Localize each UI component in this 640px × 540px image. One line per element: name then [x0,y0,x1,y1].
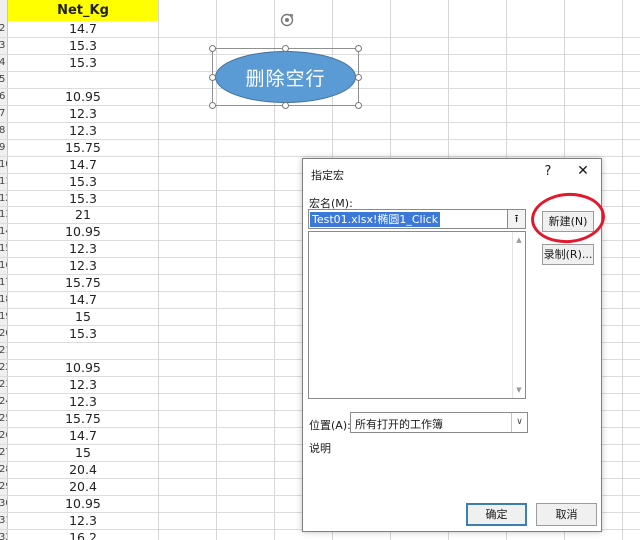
dialog-title: 指定宏 [311,169,344,182]
row-number[interactable]: 24 [0,394,7,411]
net-kg-cell[interactable]: 12.3 [8,241,158,258]
row-number[interactable]: 7 [0,106,7,123]
row-number[interactable]: 5 [0,72,7,89]
net-kg-cell[interactable]: 14.7 [8,21,158,38]
close-icon[interactable]: ✕ [575,163,591,179]
row-number[interactable]: 15 [0,241,7,258]
net-kg-cell[interactable]: 15.75 [8,140,158,157]
net-kg-cell[interactable]: 10.95 [8,360,158,377]
net-kg-cell[interactable]: 15.3 [8,174,158,191]
gridline [622,0,623,540]
row-number[interactable]: 30 [0,496,7,513]
row-number[interactable]: 13 [0,207,7,224]
net-kg-cell[interactable]: 15 [8,309,158,326]
net-kg-cell[interactable]: 15 [8,445,158,462]
row-number[interactable]: 31 [0,513,7,530]
row-number[interactable]: 16 [0,258,7,275]
net-kg-cell[interactable]: 15.3 [8,191,158,208]
row-number[interactable]: 2 [0,21,7,38]
row-number[interactable]: 9 [0,140,7,157]
macro-list[interactable]: ▲ ▼ [308,231,526,399]
row-number[interactable]: 28 [0,462,7,479]
net-kg-cell[interactable]: 15.3 [8,55,158,72]
description-label: 说明 [309,442,331,455]
row-number[interactable]: 8 [0,123,7,140]
net-kg-cell[interactable]: 14.7 [8,157,158,174]
net-kg-cell[interactable]: 12.3 [8,513,158,530]
position-value: 所有打开的工作簿 [355,418,443,431]
scroll-up-icon[interactable]: ▲ [513,234,525,246]
macro-name-input[interactable]: Test01.xlsx!椭圆1_Click [308,209,508,229]
row-number[interactable]: 21 [0,343,7,360]
macro-name-value: Test01.xlsx!椭圆1_Click [310,212,441,227]
row-number[interactable]: 4 [0,55,7,72]
row-number[interactable]: 26 [0,428,7,445]
row-number[interactable]: 17 [0,275,7,292]
net-kg-cell[interactable]: 15.3 [8,326,158,343]
net-kg-cell[interactable] [8,343,158,360]
net-kg-cell[interactable]: 12.3 [8,394,158,411]
ok-button[interactable]: 确定 [466,503,527,526]
chevron-down-icon[interactable]: ∨ [511,413,527,432]
help-button[interactable]: ? [541,164,555,179]
net-kg-cell[interactable]: 15.3 [8,38,158,55]
net-kg-cell[interactable]: 15.75 [8,275,158,292]
row-number[interactable]: 32 [0,530,7,540]
row-number[interactable]: 22 [0,360,7,377]
record-button[interactable]: 录制(R)... [542,244,594,265]
resize-handle[interactable] [355,74,362,81]
macro-list-scrollbar[interactable]: ▲ ▼ [512,232,525,398]
net-kg-cell[interactable]: 10.95 [8,224,158,241]
resize-handle[interactable] [282,45,289,52]
net-kg-cell[interactable] [8,72,158,89]
net-kg-cell[interactable]: 10.95 [8,496,158,513]
row-number[interactable]: 29 [0,479,7,496]
row-number[interactable]: 12 [0,191,7,208]
net-kg-cell[interactable]: 16.2 [8,530,158,540]
gridline [158,0,159,540]
position-label: 位置(A): [309,419,351,432]
net-kg-cell[interactable]: 12.3 [8,377,158,394]
oval-shape-selection[interactable]: 删除空行 [209,12,362,109]
net-kg-cell[interactable]: 20.4 [8,462,158,479]
resize-handle[interactable] [209,74,216,81]
net-kg-cell[interactable]: 14.7 [8,292,158,309]
net-kg-cell[interactable]: 10.95 [8,89,158,106]
column-header-net-kg[interactable]: Net_Kg [8,0,158,21]
row-number[interactable]: 18 [0,292,7,309]
net-kg-cell[interactable]: 15.75 [8,411,158,428]
row-number[interactable]: 23 [0,377,7,394]
position-select[interactable]: 所有打开的工作簿 ∨ [350,412,528,433]
resize-handle[interactable] [355,45,362,52]
row-number[interactable]: 27 [0,445,7,462]
row-number[interactable]: 19 [0,309,7,326]
row-number[interactable]: 10 [0,157,7,174]
row-number[interactable]: 11 [0,174,7,191]
delete-empty-rows-oval[interactable]: 删除空行 [215,51,356,103]
rotate-handle-icon[interactable] [279,12,295,28]
scroll-down-icon[interactable]: ▼ [513,384,525,396]
row-number[interactable]: 25 [0,411,7,428]
row-number[interactable]: 3 [0,38,7,55]
row-number[interactable]: 6 [0,89,7,106]
resize-handle[interactable] [209,45,216,52]
cancel-button[interactable]: 取消 [536,503,597,526]
net-kg-cell[interactable]: 12.3 [8,258,158,275]
row-number[interactable]: 20 [0,326,7,343]
net-kg-cell[interactable]: 14.7 [8,428,158,445]
resize-handle[interactable] [209,102,216,109]
net-kg-cell[interactable]: 20.4 [8,479,158,496]
resize-handle[interactable] [282,102,289,109]
resize-handle[interactable] [355,102,362,109]
collapse-dialog-icon[interactable]: ⭱ [508,209,526,229]
oval-label: 删除空行 [245,67,326,90]
net-kg-cell[interactable]: 21 [8,207,158,224]
net-kg-cell[interactable]: 12.3 [8,106,158,123]
row-number[interactable]: 14 [0,224,7,241]
net-kg-cell[interactable]: 12.3 [8,123,158,140]
